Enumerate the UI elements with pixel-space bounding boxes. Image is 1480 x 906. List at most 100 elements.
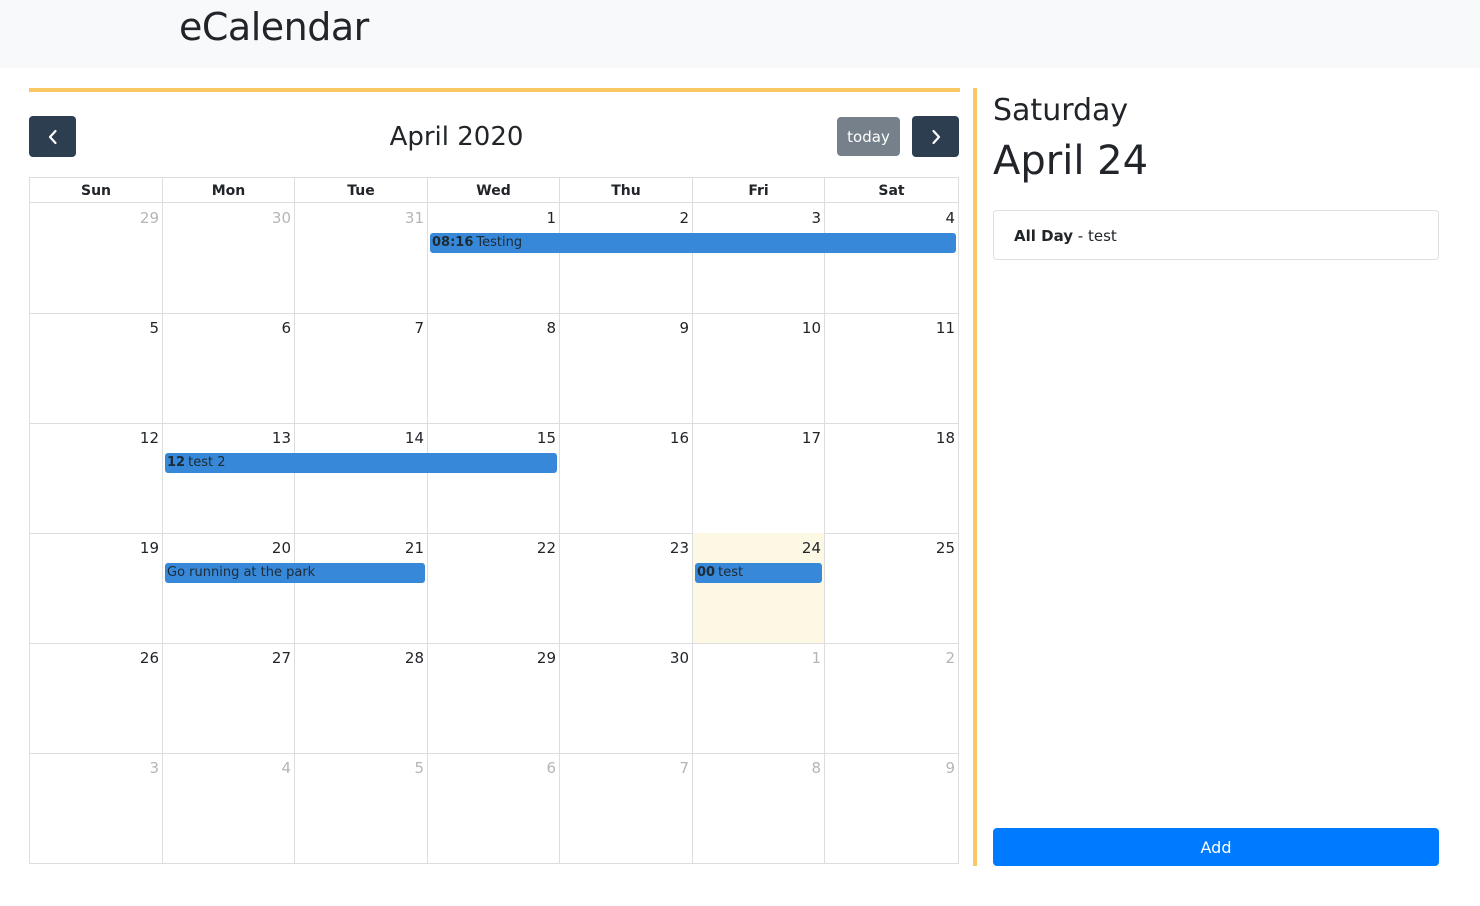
day-number[interactable]: 7 — [414, 318, 424, 338]
day-number[interactable]: 4 — [281, 758, 291, 778]
day-cell[interactable]: 6 — [162, 313, 294, 424]
day-cell[interactable]: 5 — [294, 753, 427, 864]
day-cell[interactable]: 31 — [294, 203, 427, 314]
day-cell[interactable]: 7 — [294, 313, 427, 424]
day-header-row: Sun Mon Tue Wed Thu Fri Sat — [29, 177, 959, 203]
day-cell[interactable]: 13 — [162, 423, 294, 534]
day-number[interactable]: 25 — [936, 538, 955, 558]
day-number[interactable]: 24 — [802, 538, 821, 558]
day-cell[interactable]: 28 — [294, 643, 427, 754]
add-event-button[interactable]: Add — [993, 828, 1439, 866]
day-number[interactable]: 15 — [537, 428, 556, 448]
day-number[interactable]: 13 — [272, 428, 291, 448]
day-number[interactable]: 27 — [272, 648, 291, 668]
day-cell[interactable]: 18 — [824, 423, 959, 534]
day-number[interactable]: 5 — [414, 758, 424, 778]
day-cell[interactable]: 10 — [692, 313, 824, 424]
calendar-event[interactable]: 12 test 2 — [165, 453, 557, 473]
day-cell[interactable]: 26 — [29, 643, 162, 754]
day-number[interactable]: 6 — [546, 758, 556, 778]
day-number[interactable]: 30 — [670, 648, 689, 668]
event-title: Go running at the park — [167, 565, 316, 580]
day-number[interactable]: 6 — [281, 318, 291, 338]
day-cell[interactable]: 27 — [162, 643, 294, 754]
day-detail-panel: Saturday April 24 All Day - test Add — [993, 88, 1439, 866]
day-number[interactable]: 5 — [149, 318, 159, 338]
next-month-button[interactable] — [912, 116, 959, 157]
day-number[interactable]: 28 — [405, 648, 424, 668]
day-number[interactable]: 16 — [670, 428, 689, 448]
day-cell[interactable]: 22 — [427, 533, 559, 644]
day-cell[interactable]: 16 — [559, 423, 692, 534]
day-number[interactable]: 23 — [670, 538, 689, 558]
day-cell[interactable]: 3 — [692, 203, 824, 314]
day-number[interactable]: 9 — [945, 758, 955, 778]
day-cell[interactable]: 4 — [162, 753, 294, 864]
today-button[interactable]: today — [837, 117, 900, 156]
day-number[interactable]: 9 — [679, 318, 689, 338]
day-number[interactable]: 10 — [802, 318, 821, 338]
day-number[interactable]: 12 — [140, 428, 159, 448]
day-cell[interactable]: 19 — [29, 533, 162, 644]
month-grid: Sun Mon Tue Wed Thu Fri Sat 29 30 31 1 2 3 4 5 6 7 8 9 10 1… — [29, 177, 959, 866]
week-row: 12 13 14 15 16 17 18 — [29, 423, 959, 534]
day-cell[interactable]: 8 — [692, 753, 824, 864]
day-cell[interactable]: 2 — [559, 203, 692, 314]
day-event-list: All Day - test — [993, 210, 1439, 260]
day-number[interactable]: 8 — [546, 318, 556, 338]
day-number[interactable]: 1 — [546, 208, 556, 228]
day-cell[interactable]: 21 — [294, 533, 427, 644]
day-number[interactable]: 19 — [140, 538, 159, 558]
day-cell[interactable]: 6 — [427, 753, 559, 864]
day-number[interactable]: 8 — [811, 758, 821, 778]
day-cell[interactable]: 9 — [559, 313, 692, 424]
day-number[interactable]: 2 — [679, 208, 689, 228]
day-number[interactable]: 31 — [405, 208, 424, 228]
day-cell[interactable]: 29 — [29, 203, 162, 314]
day-number[interactable]: 11 — [936, 318, 955, 338]
day-cell[interactable]: 2 — [824, 643, 959, 754]
day-cell[interactable]: 11 — [824, 313, 959, 424]
day-cell[interactable]: 14 — [294, 423, 427, 534]
day-number[interactable]: 14 — [405, 428, 424, 448]
week-row: 5 6 7 8 9 10 11 — [29, 313, 959, 424]
day-cell[interactable]: 4 — [824, 203, 959, 314]
day-cell[interactable]: 23 — [559, 533, 692, 644]
day-number[interactable]: 20 — [272, 538, 291, 558]
day-cell[interactable]: 29 — [427, 643, 559, 754]
day-number[interactable]: 2 — [945, 648, 955, 668]
day-cell[interactable]: 15 — [427, 423, 559, 534]
day-number[interactable]: 17 — [802, 428, 821, 448]
day-number[interactable]: 18 — [936, 428, 955, 448]
day-cell[interactable]: 9 — [824, 753, 959, 864]
day-number[interactable]: 29 — [140, 208, 159, 228]
day-number[interactable]: 4 — [945, 208, 955, 228]
day-cell[interactable]: 30 — [162, 203, 294, 314]
day-number[interactable]: 3 — [149, 758, 159, 778]
day-cell[interactable]: 30 — [559, 643, 692, 754]
app-title[interactable]: eCalendar — [179, 4, 369, 50]
day-number[interactable]: 30 — [272, 208, 291, 228]
day-cell[interactable]: 8 — [427, 313, 559, 424]
day-number[interactable]: 7 — [679, 758, 689, 778]
day-cell[interactable]: 1 — [692, 643, 824, 754]
day-cell[interactable]: 17 — [692, 423, 824, 534]
day-cell-today[interactable]: 24 — [692, 533, 824, 644]
calendar-event[interactable]: 08:16 Testing — [430, 233, 956, 253]
day-cell[interactable]: 3 — [29, 753, 162, 864]
calendar-event[interactable]: 00 test — [695, 563, 822, 583]
day-cell[interactable]: 25 — [824, 533, 959, 644]
day-number[interactable]: 22 — [537, 538, 556, 558]
day-cell[interactable]: 1 — [427, 203, 559, 314]
day-cell[interactable]: 20 — [162, 533, 294, 644]
day-number[interactable]: 1 — [811, 648, 821, 668]
day-event-item[interactable]: All Day - test — [993, 210, 1439, 260]
day-cell[interactable]: 7 — [559, 753, 692, 864]
day-number[interactable]: 21 — [405, 538, 424, 558]
day-number[interactable]: 26 — [140, 648, 159, 668]
day-number[interactable]: 3 — [811, 208, 821, 228]
day-cell[interactable]: 12 — [29, 423, 162, 534]
calendar-event[interactable]: Go running at the park — [165, 563, 425, 583]
day-cell[interactable]: 5 — [29, 313, 162, 424]
day-number[interactable]: 29 — [537, 648, 556, 668]
